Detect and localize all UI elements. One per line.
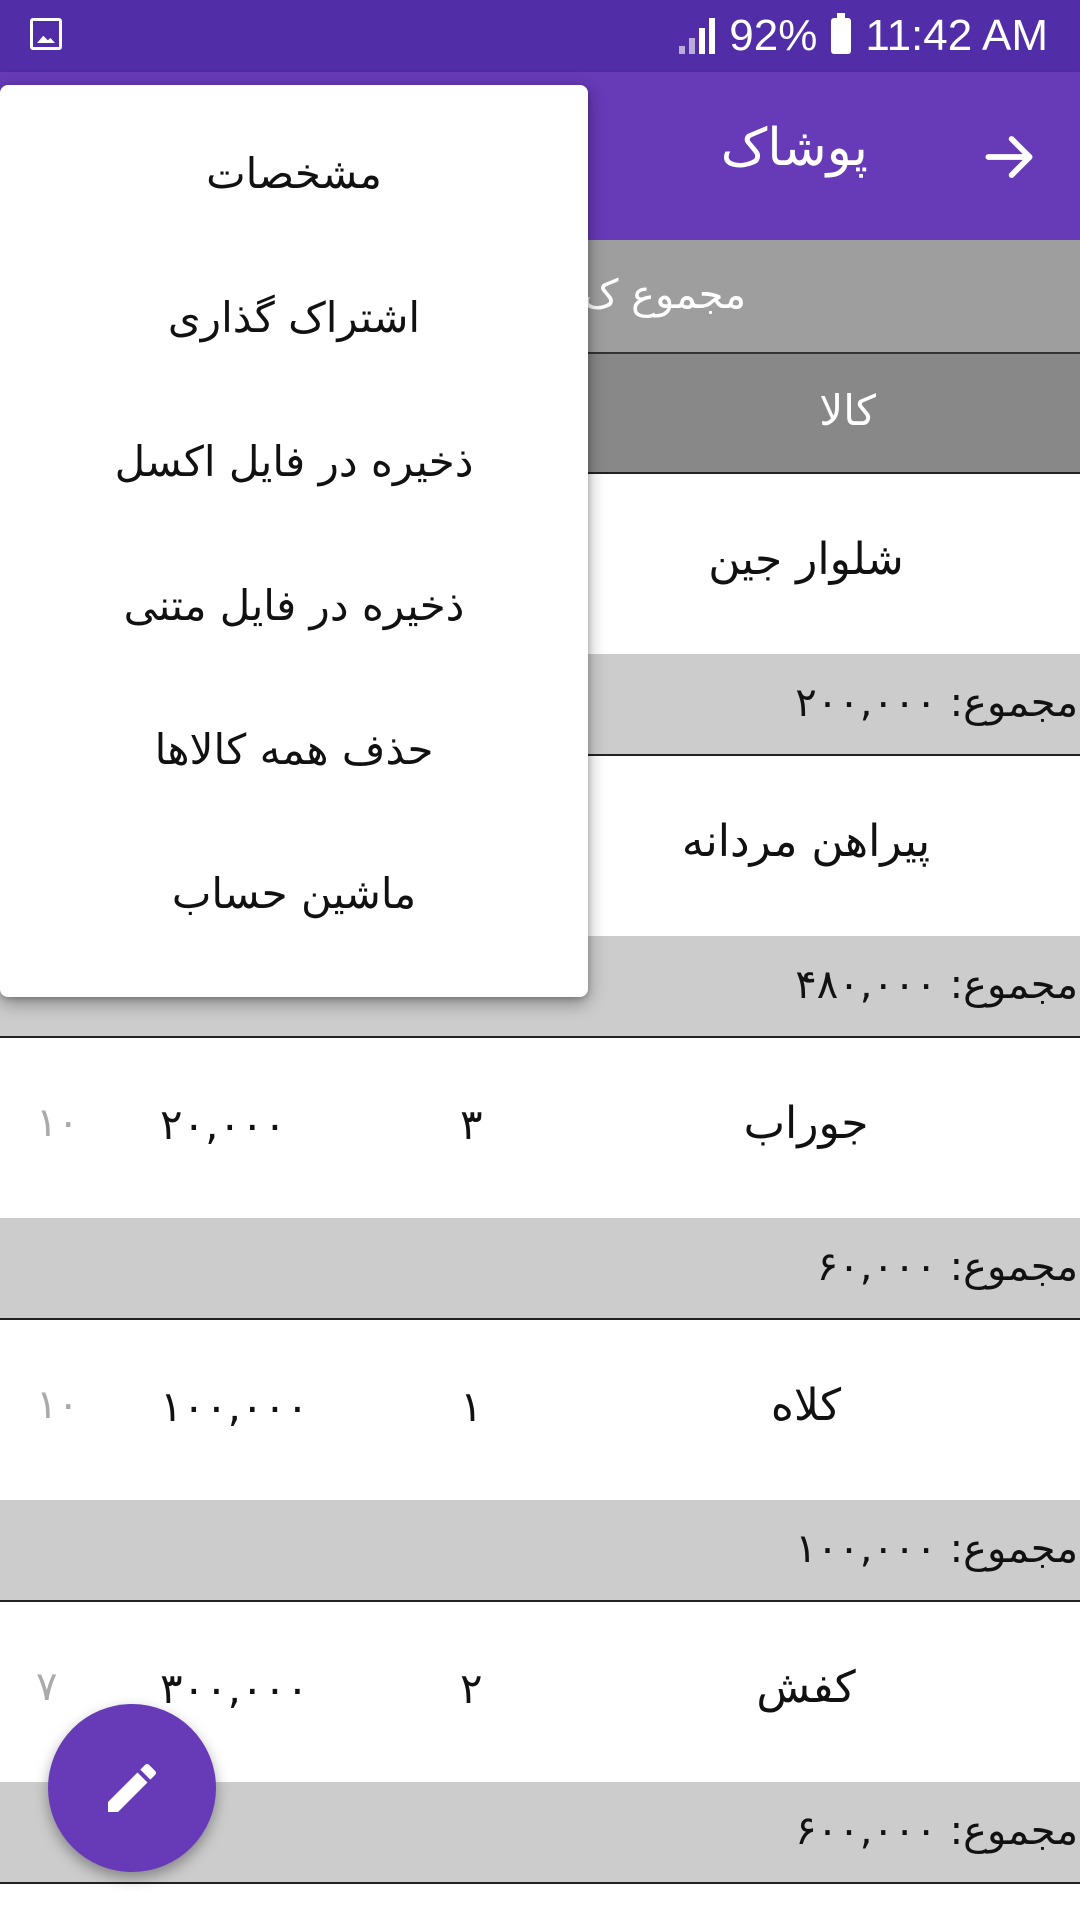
menu-item-calculator[interactable]: ماشین حساب xyxy=(0,821,588,965)
item-name: جوراب xyxy=(743,1098,869,1149)
item-quantity: ۳ xyxy=(460,1100,483,1149)
item-extra: ۱۰ xyxy=(36,1100,79,1146)
item-name: کلاه xyxy=(770,1380,842,1431)
item-quantity: ۱ xyxy=(460,1382,483,1431)
row-total: مجموع: ۱۰۰,۰۰۰ xyxy=(795,1526,1078,1572)
row-total: مجموع: ۶۰,۰۰۰ xyxy=(816,1244,1078,1290)
row-total: مجموع: ۲۰۰,۰۰۰ xyxy=(795,680,1078,726)
item-name: پیراهن مردانه xyxy=(681,816,931,867)
item-price: ۱۰۰,۰۰۰ xyxy=(160,1382,309,1431)
edit-fab-button[interactable] xyxy=(48,1704,216,1872)
battery-percent: 92% xyxy=(729,11,818,60)
item-quantity: ۲ xyxy=(460,1664,483,1713)
overflow-menu: مشخصات اشتراک گذاری ذخیره در فایل اکسل ذ… xyxy=(0,85,588,997)
gallery-icon xyxy=(30,18,62,50)
item-name: کفش xyxy=(756,1662,856,1713)
total-row: مجموع: ۶۰,۰۰۰ xyxy=(0,1218,1080,1318)
menu-item-save-text[interactable]: ذخیره در فایل متنی xyxy=(0,533,588,677)
item-price: ۳۰۰,۰۰۰ xyxy=(160,1664,309,1713)
item-name: شلوار جین xyxy=(708,534,904,585)
menu-item-delete-all[interactable]: حذف همه کالاها xyxy=(0,677,588,821)
clock: 11:42 AM xyxy=(865,11,1048,60)
table-row[interactable]: کلاه ۱ ۱۰۰,۰۰۰ ۱۰ xyxy=(0,1318,1080,1500)
page-title: پوشاک xyxy=(720,118,868,178)
summary-label: مجموع ک xyxy=(582,272,746,318)
battery-icon xyxy=(831,13,852,54)
arrow-right-icon[interactable] xyxy=(978,126,1040,188)
pencil-icon xyxy=(108,1763,157,1812)
item-extra: ۱۰ xyxy=(36,1382,79,1428)
table-row[interactable]: جوراب ۳ ۲۰,۰۰۰ ۱۰ xyxy=(0,1036,1080,1218)
item-extra: ۷ xyxy=(36,1664,58,1710)
menu-item-save-excel[interactable]: ذخیره در فایل اکسل xyxy=(0,389,588,533)
item-price: ۲۰,۰۰۰ xyxy=(160,1100,287,1149)
signal-icon xyxy=(679,18,716,54)
header-item: کالا xyxy=(819,386,876,435)
status-bar: 92% 11:42 AM xyxy=(0,0,1080,72)
row-total: مجموع: ۴۸۰,۰۰۰ xyxy=(795,962,1078,1008)
menu-item-share[interactable]: اشتراک گذاری xyxy=(0,245,588,389)
status-indicators: 92% 11:42 AM xyxy=(679,10,1048,62)
row-total: مجموع: ۶۰۰,۰۰۰ xyxy=(795,1808,1078,1854)
menu-item-details[interactable]: مشخصات xyxy=(0,101,588,245)
total-row: مجموع: ۱۰۰,۰۰۰ xyxy=(0,1500,1080,1600)
